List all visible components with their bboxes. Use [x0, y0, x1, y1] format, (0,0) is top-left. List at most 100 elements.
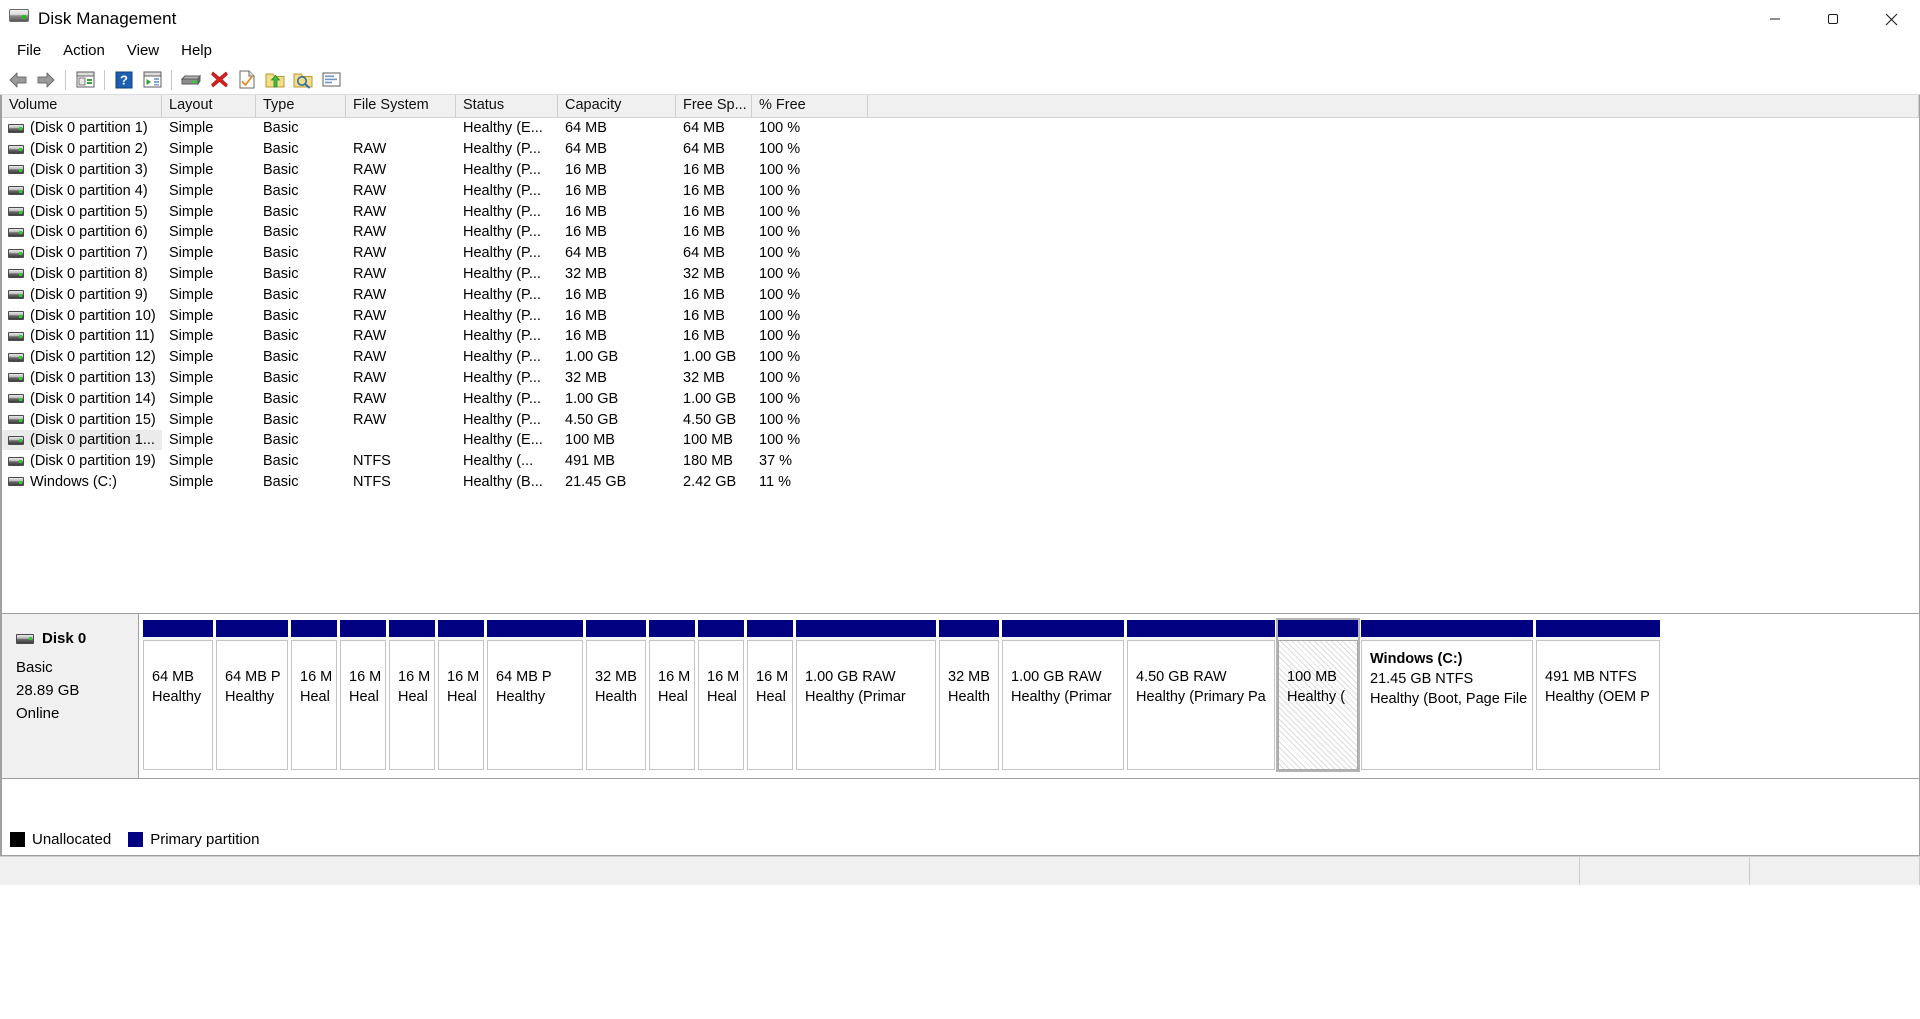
- partition-label-2: Healthy: [496, 689, 546, 705]
- cell-volume: (Disk 0 partition 5): [2, 202, 162, 222]
- partition-block[interactable]: 64 MB Healthy: [143, 620, 213, 770]
- menu-item-action[interactable]: Action: [52, 39, 116, 63]
- partition-block[interactable]: 1.00 GB RAW Healthy (Primar: [1002, 620, 1124, 770]
- column-header-freespace[interactable]: Free Sp...: [676, 95, 752, 117]
- table-row[interactable]: (Disk 0 partition 12) Simple Basic RAW Healt…: [2, 347, 1919, 368]
- volume-drive-icon: [8, 415, 24, 425]
- column-header-volume[interactable]: Volume: [2, 95, 162, 117]
- partition-color-bar: [698, 620, 744, 637]
- menu-item-view[interactable]: View: [116, 39, 170, 63]
- cell-volume-label: (Disk 0 partition 8): [30, 265, 148, 282]
- help-icon[interactable]: ?: [110, 67, 138, 93]
- column-header-percentfree[interactable]: % Free: [752, 95, 868, 117]
- show-hide-action-pane-icon[interactable]: [138, 67, 166, 93]
- cell-freespace: 100 MB: [683, 432, 733, 449]
- volume-list-pane[interactable]: Volume Layout Type File System Status Capacit…: [0, 95, 1920, 601]
- volume-drive-icon: [8, 269, 24, 279]
- partition-label-2: Health: [595, 689, 637, 705]
- back-icon[interactable]: [4, 67, 32, 93]
- cell-percentfree: 100 %: [759, 161, 801, 178]
- table-row[interactable]: (Disk 0 partition 19) Simple Basic NTFS Heal…: [2, 451, 1919, 472]
- cell-capacity: 21.45 GB: [565, 473, 627, 490]
- create-vhd-icon[interactable]: [261, 67, 289, 93]
- partition-block[interactable]: 32 MB Health: [586, 620, 646, 770]
- partition-block[interactable]: 491 MB NTFS Healthy (OEM P: [1536, 620, 1660, 770]
- partition-block[interactable]: 1.00 GB RAW Healthy (Primar: [796, 620, 936, 770]
- partition-block[interactable]: 32 MB Health: [939, 620, 999, 770]
- table-row[interactable]: (Disk 0 partition 15) Simple Basic RAW Healt…: [2, 409, 1919, 430]
- column-header-status[interactable]: Status: [456, 95, 558, 117]
- partition-block[interactable]: 16 M Heal: [747, 620, 793, 770]
- column-header-spacer[interactable]: [868, 95, 1919, 117]
- table-row[interactable]: (Disk 0 partition 6) Simple Basic RAW Health…: [2, 222, 1919, 243]
- partition-block[interactable]: 64 MB P Healthy: [487, 620, 583, 770]
- minimize-button[interactable]: [1746, 0, 1804, 38]
- disk-info-panel[interactable]: Disk 0 Basic 28.89 GB Online: [2, 614, 139, 778]
- partition-block[interactable]: 16 M Heal: [438, 620, 484, 770]
- partition-body: 491 MB NTFS Healthy (OEM P: [1536, 640, 1660, 770]
- partition-color-bar: [1361, 620, 1533, 637]
- forward-icon[interactable]: [32, 67, 60, 93]
- show-hide-console-tree-icon[interactable]: [71, 67, 99, 93]
- toolbar-separator-1: [65, 69, 66, 90]
- cell-capacity: 64 MB: [565, 120, 607, 137]
- column-header-filesystem[interactable]: File System: [346, 95, 456, 117]
- menu-item-file[interactable]: File: [6, 39, 52, 63]
- maximize-button[interactable]: [1804, 0, 1862, 38]
- table-row[interactable]: (Disk 0 partition 9) Simple Basic RAW Health…: [2, 284, 1919, 305]
- table-row[interactable]: (Disk 0 partition 2) Simple Basic RAW Health…: [2, 139, 1919, 160]
- table-row[interactable]: (Disk 0 partition 10) Simple Basic RAW Healt…: [2, 305, 1919, 326]
- table-row[interactable]: (Disk 0 partition 3) Simple Basic RAW Health…: [2, 160, 1919, 181]
- pane-splitter[interactable]: [0, 601, 1920, 613]
- table-row[interactable]: (Disk 0 partition 8) Simple Basic RAW Health…: [2, 264, 1919, 285]
- partition-block[interactable]: 16 M Heal: [698, 620, 744, 770]
- table-row[interactable]: (Disk 0 partition 7) Simple Basic RAW Health…: [2, 243, 1919, 264]
- table-row[interactable]: (Disk 0 partition 13) Simple Basic RAW Healt…: [2, 368, 1919, 389]
- cell-volume: (Disk 0 partition 15): [2, 410, 162, 430]
- cell-status: Healthy (E...: [463, 432, 543, 449]
- cell-freespace: 64 MB: [683, 245, 725, 262]
- delete-volume-icon[interactable]: [205, 67, 233, 93]
- cell-type: Basic: [263, 432, 299, 449]
- table-row[interactable]: (Disk 0 partition 14) Simple Basic RAW Healt…: [2, 388, 1919, 409]
- cell-volume: (Disk 0 partition 2): [2, 139, 162, 159]
- table-row[interactable]: (Disk 0 partition 4) Simple Basic RAW Health…: [2, 180, 1919, 201]
- rescan-disks-icon[interactable]: [177, 67, 205, 93]
- partition-block[interactable]: 16 M Heal: [291, 620, 337, 770]
- table-row[interactable]: (Disk 0 partition 1) Simple Basic Healthy (…: [2, 118, 1919, 139]
- partition-label-1: 16 M: [398, 669, 431, 685]
- cell-status: Healthy (P...: [463, 141, 541, 158]
- column-header-layout[interactable]: Layout: [162, 95, 256, 117]
- table-row[interactable]: (Disk 0 partition 5) Simple Basic RAW Health…: [2, 201, 1919, 222]
- menu-item-help[interactable]: Help: [170, 39, 223, 63]
- partition-block[interactable]: Windows (C:) 21.45 GB NTFS Healthy (Boot, …: [1361, 620, 1533, 770]
- partition-block[interactable]: 16 M Heal: [389, 620, 435, 770]
- partition-block[interactable]: 4.50 GB RAW Healthy (Primary Pa: [1127, 620, 1275, 770]
- cell-volume: (Disk 0 partition 1...: [2, 430, 162, 451]
- partition-block[interactable]: 64 MB P Healthy: [216, 620, 288, 770]
- partition-block[interactable]: 100 MB Healthy (: [1276, 618, 1360, 772]
- partition-label-2: Healthy (OEM P: [1545, 689, 1650, 705]
- cell-status: Healthy (...: [463, 453, 534, 470]
- partition-block[interactable]: 16 M Heal: [649, 620, 695, 770]
- column-header-type[interactable]: Type: [256, 95, 346, 117]
- cell-type: Basic: [263, 307, 299, 324]
- table-row[interactable]: (Disk 0 partition 1... Simple Basic Healthy…: [2, 430, 1919, 451]
- partition-body: 64 MB P Healthy: [216, 640, 288, 770]
- table-row[interactable]: (Disk 0 partition 11) Simple Basic RAW Healt…: [2, 326, 1919, 347]
- close-button[interactable]: [1862, 0, 1920, 38]
- column-header-capacity[interactable]: Capacity: [558, 95, 676, 117]
- cell-layout: Simple: [169, 411, 214, 428]
- attach-vhd-icon[interactable]: [289, 67, 317, 93]
- volume-list-body[interactable]: (Disk 0 partition 1) Simple Basic Healthy (…: [2, 118, 1919, 492]
- all-tasks-icon[interactable]: [317, 67, 345, 93]
- cell-status: Healthy (P...: [463, 349, 541, 366]
- partition-block[interactable]: 16 M Heal: [340, 620, 386, 770]
- table-row[interactable]: Windows (C:) Simple Basic NTFS Healthy (B...…: [2, 472, 1919, 493]
- cell-capacity: 100 MB: [565, 432, 615, 449]
- cell-layout: Simple: [169, 286, 214, 303]
- partition-label-1: 16 M: [349, 669, 382, 685]
- volume-drive-icon: [8, 186, 24, 196]
- cell-freespace: 64 MB: [683, 120, 725, 137]
- properties-icon[interactable]: [233, 67, 261, 93]
